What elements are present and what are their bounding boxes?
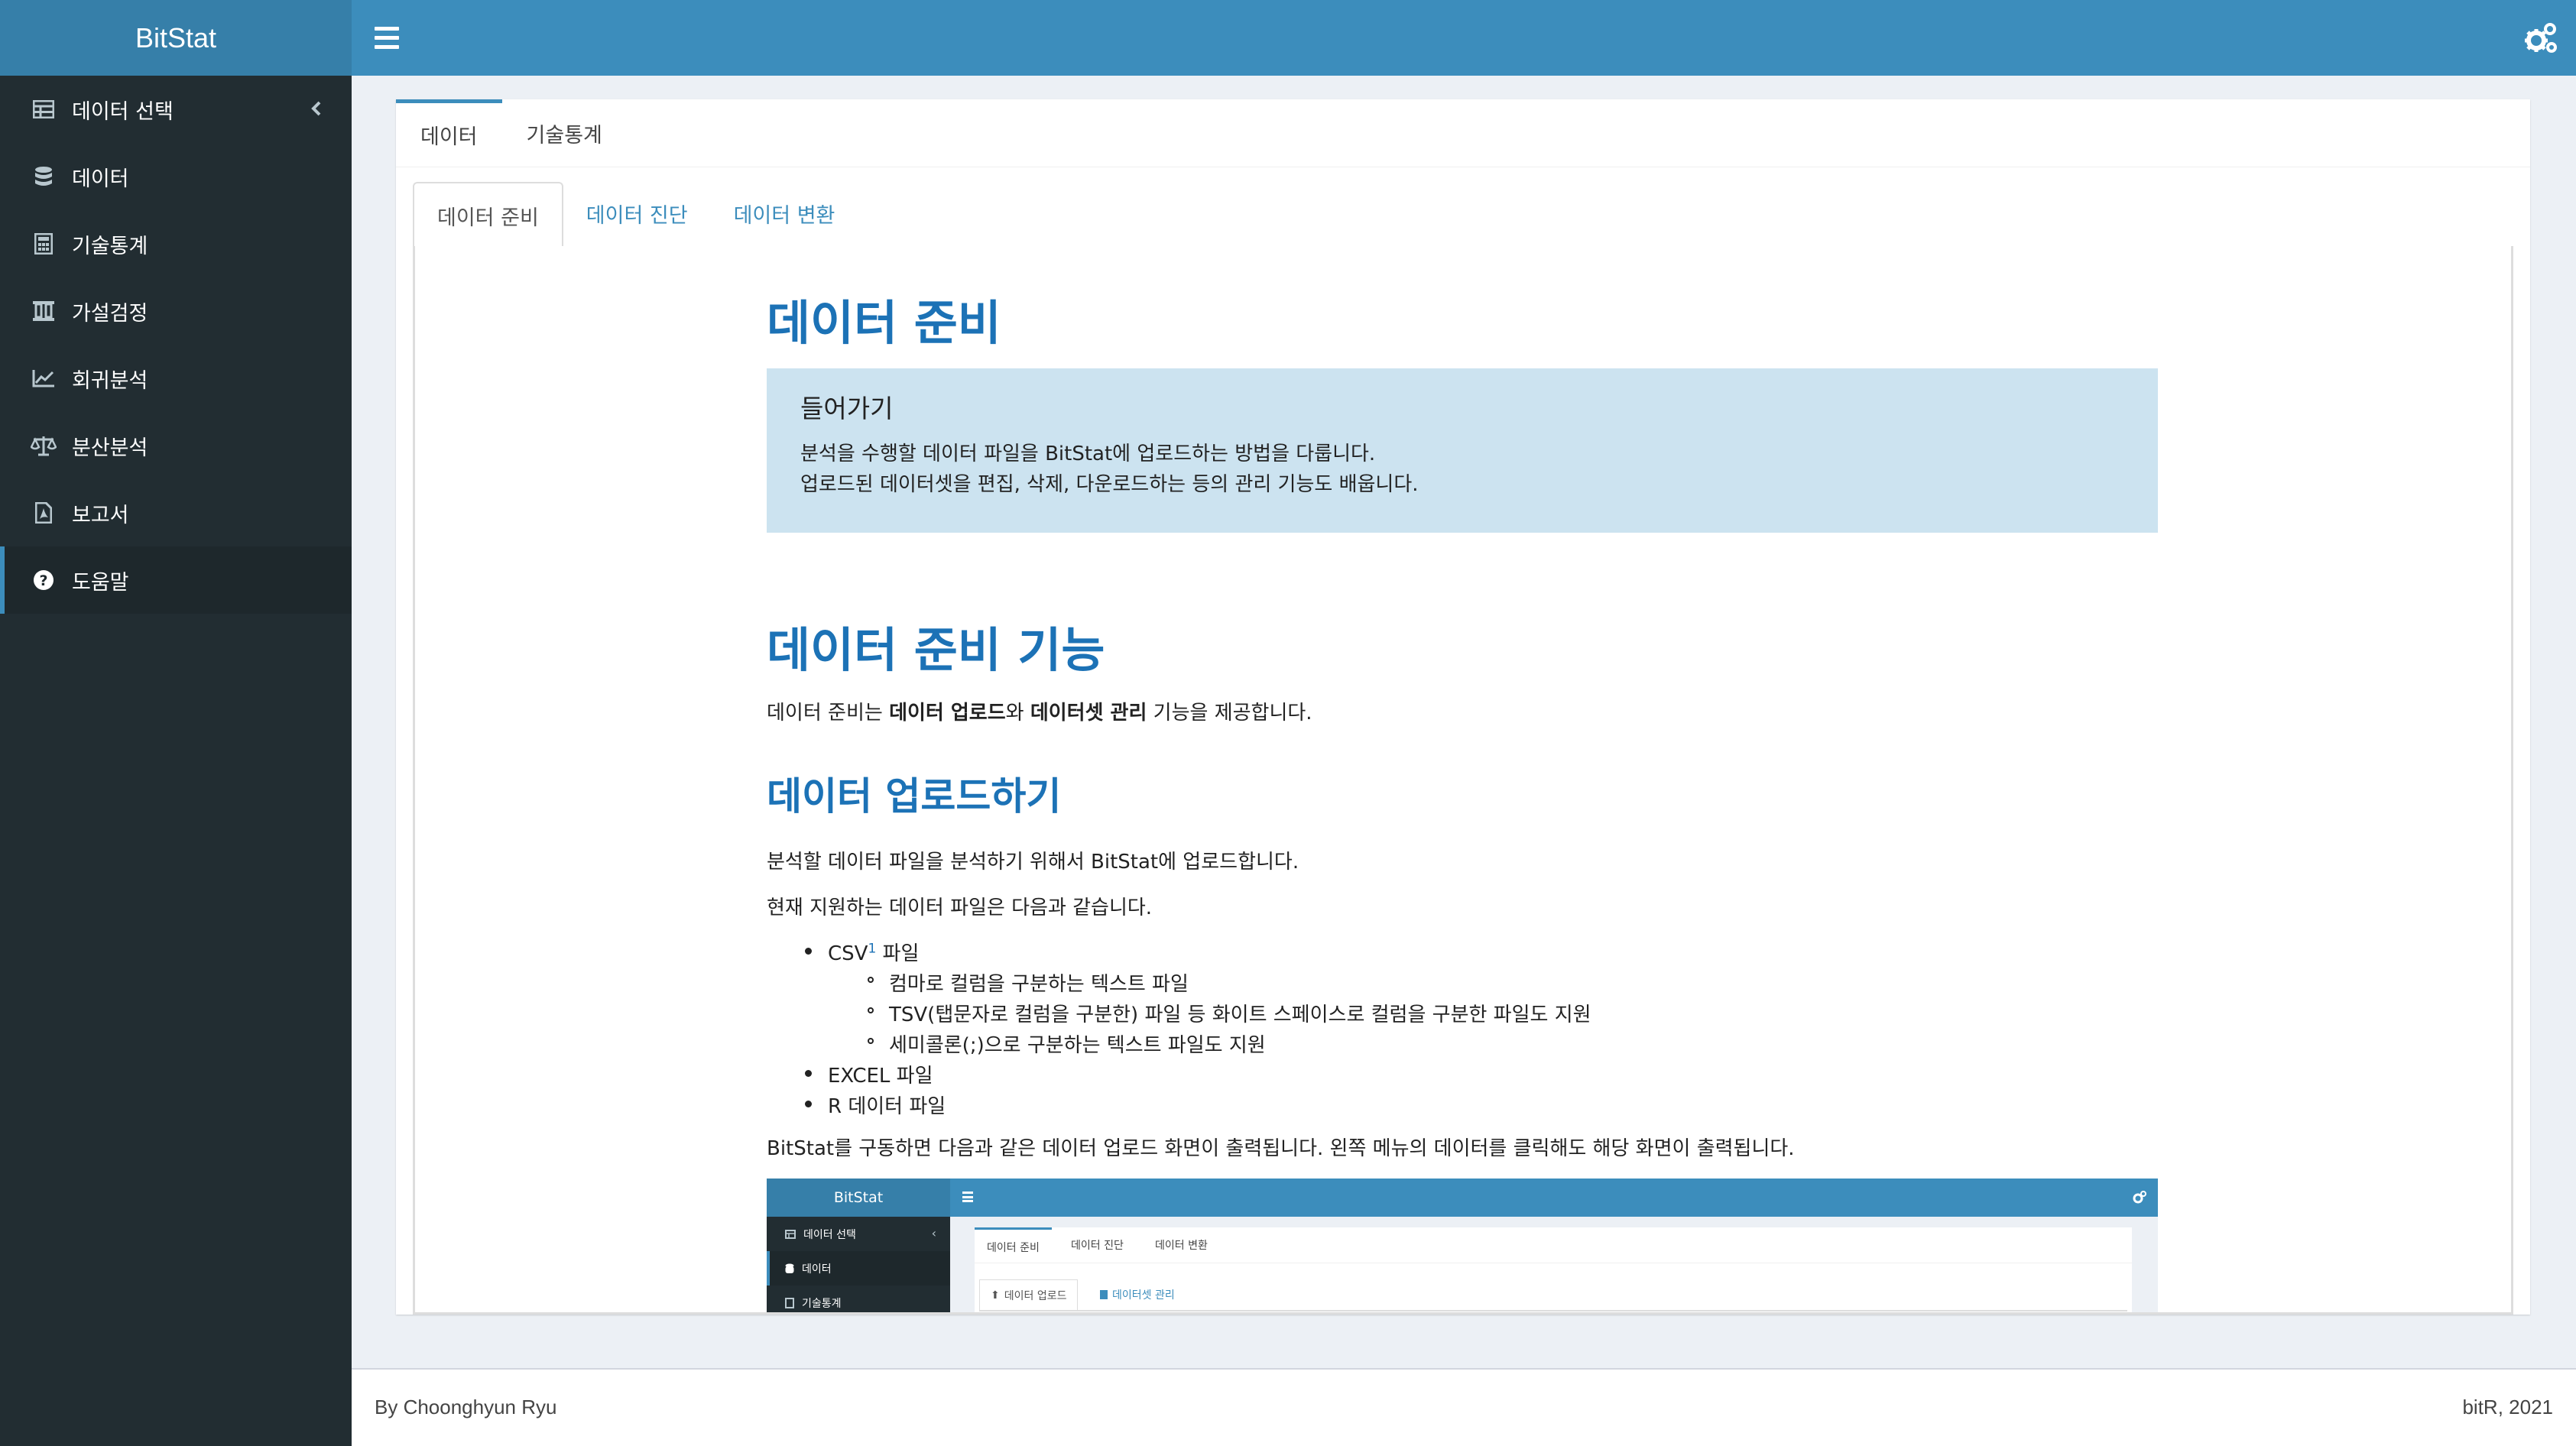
list-item-csv-sub: 컴마로 컬럼을 구분하는 텍스트 파일 [868,968,1189,997]
mini-panel: 데이터 준비 데이터 진단 데이터 변환 ⬆ 데이터 업로드 데이터셋 관리 [975,1227,2132,1312]
balance-scale-icon [31,433,57,459]
mini-nav-item: 데이터 선택 ‹ [767,1217,950,1251]
upload-paragraph-2: 현재 지원하는 데이터 파일은 다음과 같습니다. [767,896,1153,919]
tab-descriptive[interactable]: 기술통계 [502,99,627,167]
book-icon [1100,1290,1108,1299]
tab-data-prep[interactable]: 데이터 준비 [413,182,563,248]
main-panel: 데이터 기술통계 데이터 준비 데이터 진단 데이터 변환 데이터 준비 들어가… [396,99,2530,1315]
sub-tabs: 데이터 준비 데이터 진단 데이터 변환 [413,182,2513,249]
help-document-frame[interactable]: 데이터 준비 들어가기 분석을 수행할 데이터 파일을 BitStat에 업로드… [413,246,2513,1315]
database-icon [31,164,57,190]
sidebar-item-descriptive[interactable]: 기술통계 [0,210,352,277]
mini-sidebar: 데이터 선택 ‹ 데이터 기술통계 [767,1217,950,1312]
upload-icon: ⬆ [991,1289,1000,1302]
mini-gears-icon [2133,1191,2146,1204]
sidebar-toggle-icon[interactable] [375,23,399,52]
mini-tab: 데이터 준비 [975,1227,1052,1265]
table-icon [785,1229,796,1239]
sidebar-item-report[interactable]: 보고서 [0,479,352,546]
sidebar-item-data-select[interactable]: 데이터 선택 [0,76,352,143]
tab-data-transform[interactable]: 데이터 변환 [711,182,858,245]
mini-navbar [950,1179,2158,1217]
main-tabs: 데이터 기술통계 [396,99,2530,167]
upload-screen-screenshot: BitStat 데이터 선택 ‹ 데이터 기술통계 데이터 준비 데이터 진단 … [767,1179,2158,1312]
mini-tab: 데이터 변환 [1155,1240,1208,1252]
upload-paragraph-3: BitStat를 구동하면 다음과 같은 데이터 업로드 화면이 출력됩니다. … [767,1137,1795,1160]
mini-upload-tab: ⬆ 데이터 업로드 [979,1279,1079,1310]
mini-manage-tab: 데이터셋 관리 [1089,1279,1186,1310]
sidebar-item-anova[interactable]: 분산분석 [0,412,352,479]
intro-line-2: 업로드된 데이터셋을 편집, 삭제, 다운로드하는 등의 관리 기능도 배웁니다… [800,473,1419,496]
line-chart-icon [31,365,57,391]
sidebar-item-label: 가설검정 [72,301,148,326]
list-item-csv: CSV1 파일 [804,938,919,966]
features-paragraph: 데이터 준비는 데이터 업로드와 데이터셋 관리 기능을 제공합니다. [767,702,1312,725]
table-icon [31,96,57,122]
doc-title: 데이터 준비 [767,295,1001,351]
calculator-icon [31,231,57,257]
sidebar: 데이터 선택 데이터 기술통계 가설검정 회귀분석 분산분석 보고서 ? 도움말 [0,76,352,1446]
section-title-upload: 데이터 업로드하기 [767,774,1062,819]
footer-author: By Choonghyun Ryu [375,1396,557,1418]
mini-brand: BitStat [767,1179,950,1217]
sidebar-item-label: 도움말 [72,570,129,595]
mini-hamburger-icon [962,1191,973,1202]
database-icon [785,1263,794,1273]
mini-nav-item: 기술통계 [767,1286,950,1312]
chevron-left-icon [310,99,323,122]
list-item-csv-sub: 세미콜론(;)으로 구분하는 텍스트 파일도 지원 [868,1029,1266,1058]
sidebar-item-label: 데이터 선택 [72,99,174,124]
gears-icon[interactable] [2522,20,2559,57]
sidebar-item-label: 기술통계 [72,234,148,258]
intro-title: 들어가기 [800,394,894,423]
sidebar-item-data[interactable]: 데이터 [0,143,352,210]
list-item-csv-sub: TSV(탭문자로 컬럼을 구분한) 파일 등 화이트 스페이스로 컬럼을 구분한… [868,999,1591,1027]
svg-text:?: ? [39,572,47,589]
file-pdf-icon [31,500,57,526]
footnote-link[interactable]: 1 [868,941,876,956]
sidebar-item-label: 보고서 [72,503,129,527]
sidebar-item-help[interactable]: ? 도움말 [0,546,352,614]
question-circle-icon: ? [31,567,57,593]
upload-paragraph-1: 분석할 데이터 파일을 분석하기 위해서 BitStat에 업로드합니다. [767,851,1299,874]
sidebar-item-label: 분산분석 [72,436,148,460]
mini-nav-item: 데이터 [767,1251,950,1286]
footer-copyright: bitR, 2021 [2462,1396,2553,1418]
flask-icon [31,298,57,324]
chevron-left-icon: ‹ [931,1226,936,1240]
calculator-icon [785,1297,794,1308]
top-navbar [352,0,2576,76]
sidebar-item-label: 회귀분석 [72,368,148,393]
intro-line-1: 분석을 수행할 데이터 파일을 BitStat에 업로드하는 방법을 다룹니다. [800,443,1376,465]
list-item-r: R 데이터 파일 [804,1091,946,1119]
footer: By Choonghyun Ryu bitR, 2021 [352,1368,2576,1446]
app-brand[interactable]: BitStat [0,0,352,76]
mini-tab: 데이터 진단 [1071,1240,1124,1252]
tab-data-diagnosis[interactable]: 데이터 진단 [563,182,711,245]
section-title-features: 데이터 준비 기능 [767,622,1105,678]
sidebar-item-label: 데이터 [72,167,129,191]
intro-box: 들어가기 분석을 수행할 데이터 파일을 BitStat에 업로드하는 방법을 … [767,368,2158,533]
sidebar-item-regression[interactable]: 회귀분석 [0,345,352,412]
list-item-excel: EXCEL 파일 [805,1060,933,1088]
tab-data[interactable]: 데이터 [396,99,502,167]
sidebar-item-hypothesis[interactable]: 가설검정 [0,277,352,345]
